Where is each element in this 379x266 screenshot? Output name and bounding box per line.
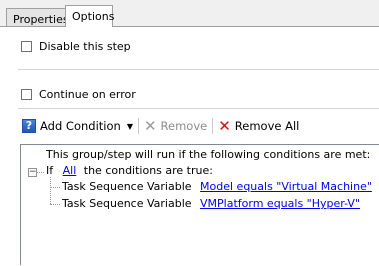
remove-label: Remove [160, 119, 208, 133]
disable-step-label: Disable this step [39, 40, 131, 53]
tree-connector [37, 172, 44, 173]
group-row[interactable]: If All the conditions are true: [46, 164, 213, 177]
condition-row[interactable]: Task Sequence Variable VMPlatform equals… [62, 197, 360, 210]
conditions-tree: This group/step will run if the followin… [20, 144, 379, 265]
tab-options-label: Options [72, 10, 115, 23]
add-condition-button[interactable]: ? Add Condition ▼ [22, 119, 133, 133]
chevron-down-icon: ▼ [126, 121, 133, 131]
remove-button[interactable]: ✕ Remove [143, 117, 208, 135]
condition-expression-link[interactable]: Model equals "Virtual Machine" [200, 180, 372, 193]
tab-properties[interactable]: Properties [6, 8, 69, 26]
continue-on-error-checkbox[interactable] [21, 89, 32, 100]
remove-all-icon: ✕ [218, 117, 231, 135]
condition-type: Task Sequence Variable [62, 180, 192, 193]
tab-options[interactable]: Options [65, 5, 115, 27]
conditions-toolbar: ? Add Condition ▼ ✕ Remove ✕ Remove All [22, 116, 299, 136]
condition-type: Task Sequence Variable [62, 197, 192, 210]
separator [18, 69, 379, 70]
group-suffix: the conditions are true: [83, 164, 213, 177]
tab-properties-label: Properties [13, 13, 69, 26]
condition-expression-link[interactable]: VMPlatform equals "Hyper-V" [200, 197, 360, 210]
separator [18, 108, 379, 109]
add-condition-label: Add Condition [40, 119, 121, 133]
conditions-intro: This group/step will run if the followin… [46, 148, 371, 161]
disable-step-option[interactable]: Disable this step [21, 40, 131, 53]
group-operator-link[interactable]: All [63, 164, 77, 177]
toolbar-divider [212, 118, 214, 134]
group-prefix: If [46, 164, 54, 177]
tree-connector [50, 177, 51, 204]
toolbar-divider [137, 118, 139, 134]
remove-icon: ✕ [143, 117, 157, 135]
tree-connector [50, 187, 60, 188]
help-icon: ? [22, 119, 36, 133]
continue-on-error-option[interactable]: Continue on error [21, 88, 136, 101]
continue-on-error-label: Continue on error [39, 88, 136, 101]
remove-all-button[interactable]: ✕ Remove All [218, 117, 300, 135]
condition-row[interactable]: Task Sequence Variable Model equals "Vir… [62, 180, 372, 193]
tree-connector [50, 204, 60, 205]
disable-step-checkbox[interactable] [21, 41, 32, 52]
remove-all-label: Remove All [234, 119, 300, 133]
collapse-icon[interactable]: − [28, 168, 37, 177]
